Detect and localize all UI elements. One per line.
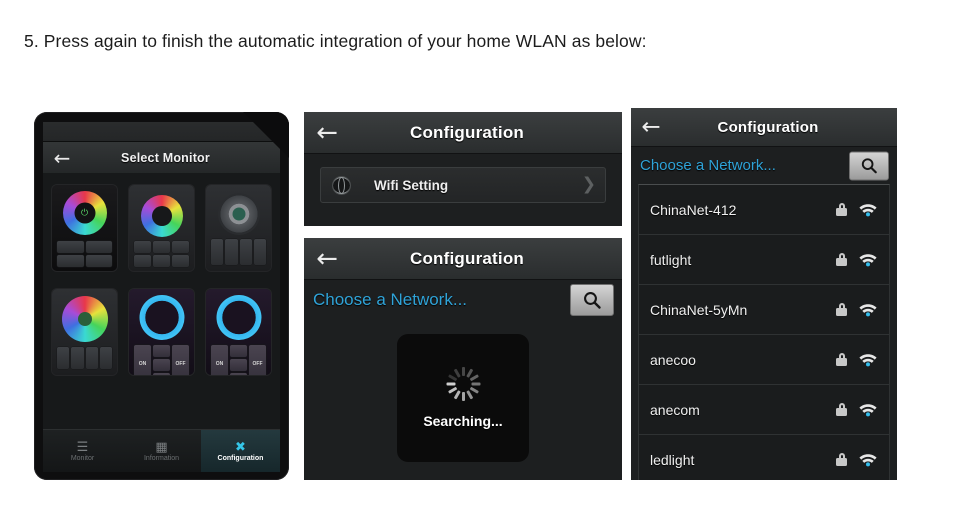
device-keypad: ON OFF [134,345,189,375]
searching-label: Searching... [423,413,503,429]
chevron-right-icon: ❯ [581,174,596,195]
device-keypad [134,241,189,267]
sliders-icon: ☰ [76,439,89,454]
spinner-icon [446,367,480,401]
configuration-panel: ← Configuration Wifi Setting ❯ [304,112,622,226]
instruction-text: 5. Press again to finish the automatic i… [24,31,647,51]
choose-network-label: Choose a Network... [313,290,468,309]
network-row[interactable]: ledlight [638,435,890,480]
wifi-full-icon [858,452,878,467]
network-row[interactable]: ChinaNet-5yMn [638,285,890,335]
network-ssid: futlight [650,251,692,268]
page-title: Configuration [717,118,819,136]
lock-icon [836,253,847,266]
phone-mockup: ← Select Monitor ⏻ ON OFF ON OFF ☰ Monit… [34,112,289,480]
dpad-icon [217,193,260,235]
bottom-tab-bar: ☰ Monitor ▦ Information ✖ Configuration [43,429,280,472]
device-tile-2[interactable] [129,185,194,271]
wifi-full-icon [858,252,878,267]
lock-icon [836,203,847,216]
rgb-wheel-icon [140,195,183,237]
network-searching-panel: ← Configuration Choose a Network... Sear [304,238,622,480]
device-row: ⏻ [52,185,271,271]
off-label: OFF [252,361,263,367]
configuration-navbar: ← Configuration [304,112,622,154]
led-ring-icon [216,295,261,340]
page-title: Select Monitor [121,151,210,165]
tools-icon: ✖ [235,439,246,454]
network-ssid: anecom [650,401,700,418]
globe-icon [333,176,350,194]
device-tile-4[interactable] [52,289,117,375]
network-ssid: ledlight [650,451,695,468]
tab-information[interactable]: ▦ Information [122,430,201,472]
rgb-wheel-icon: ⏻ [62,191,107,235]
device-row: ON OFF ON OFF [52,289,271,375]
device-keypad [211,239,266,265]
server-icon: ▦ [155,439,168,454]
tab-configuration[interactable]: ✖ Configuration [201,430,280,472]
network-row[interactable]: anecoo [638,335,890,385]
choose-network-label: Choose a Network... [640,157,776,174]
page-title: Configuration [409,248,525,268]
network-row[interactable]: anecom [638,385,890,435]
led-ring-icon [139,295,184,340]
network-ssid: ChinaNet-412 [650,201,737,218]
wifi-full-icon [858,352,878,367]
device-tile-1[interactable]: ⏻ [52,185,117,271]
rgb-wheel-icon [61,296,108,342]
tab-label: Monitor [70,455,95,462]
page-title: Configuration [409,122,525,142]
on-label: ON [138,361,147,367]
network-list-panel: ← Configuration Choose a Network... Chin… [631,108,897,480]
tab-label: Information [143,455,180,462]
searching-overlay: Searching... [397,334,529,462]
device-keypad: ON OFF [211,345,266,375]
network-row[interactable]: ChinaNet-412 [638,184,890,235]
network-list: ChinaNet-412 futlight ChinaNet-5yMn anec… [631,184,897,480]
wifi-full-icon [858,302,878,317]
lock-icon [836,453,847,466]
network-row[interactable]: futlight [638,235,890,285]
tab-label: Configuration [217,455,264,462]
device-tile-3[interactable] [206,185,271,271]
device-keypad [57,347,112,369]
lock-icon [836,303,847,316]
wifi-full-icon [858,202,878,217]
configuration-body: Wifi Setting ❯ [304,154,622,216]
select-monitor-navbar: ← Select Monitor [43,142,280,175]
choose-network-bar: Choose a Network... [304,280,622,320]
tab-monitor[interactable]: ☰ Monitor [43,430,122,472]
network-ssid: ChinaNet-5yMn [650,301,748,318]
on-label: ON [215,361,224,367]
device-tile-6[interactable]: ON OFF [206,289,271,375]
power-icon: ⏻ [80,207,89,218]
wifi-setting-label: Wifi Setting [374,177,449,193]
network-ssid: anecoo [650,351,696,368]
wifi-full-icon [858,402,878,417]
device-grid: ⏻ ON OFF ON OFF [43,173,280,430]
configuration-navbar: ← Configuration [631,108,897,147]
lock-icon [836,353,847,366]
device-keypad [57,241,112,267]
off-label: OFF [175,361,186,367]
search-icon[interactable] [570,284,614,316]
status-strip [43,122,280,142]
phone-screen: ← Select Monitor ⏻ ON OFF ON OFF ☰ Monit… [43,122,280,472]
device-tile-5[interactable]: ON OFF [129,289,194,375]
wifi-setting-row[interactable]: Wifi Setting ❯ [320,167,606,203]
lock-icon [836,403,847,416]
configuration-navbar: ← Configuration [304,238,622,280]
choose-network-bar: Choose a Network... [631,147,897,184]
search-icon[interactable] [849,151,889,180]
